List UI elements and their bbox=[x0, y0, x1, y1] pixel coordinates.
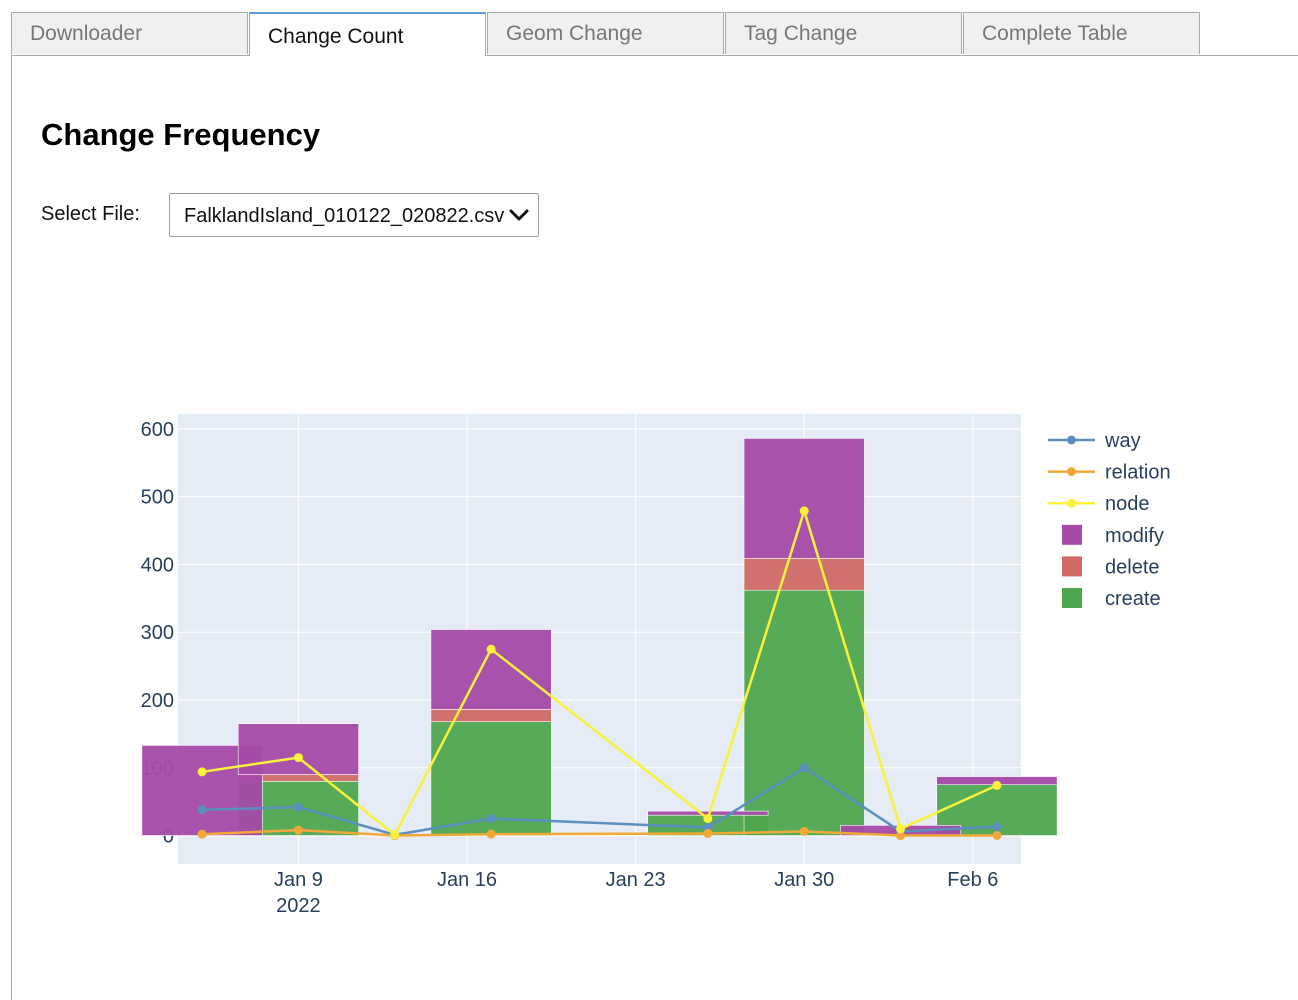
bar-delete bbox=[430, 709, 552, 722]
point-relation bbox=[799, 826, 809, 836]
x-tick-year-label: 2022 bbox=[276, 895, 321, 917]
x-tick-label: Jan 23 bbox=[606, 869, 666, 891]
x-tick-label: Feb 6 bbox=[947, 869, 998, 891]
y-tick-label: 500 bbox=[141, 487, 174, 509]
point-relation bbox=[197, 829, 207, 839]
y-tick-label: 300 bbox=[141, 622, 174, 644]
point-node bbox=[799, 506, 809, 516]
bar-create bbox=[743, 589, 865, 836]
point-node bbox=[703, 814, 713, 824]
point-way bbox=[486, 814, 496, 824]
point-relation bbox=[703, 829, 713, 839]
legend-swatch-create bbox=[1062, 588, 1082, 608]
point-relation bbox=[486, 829, 496, 839]
y-tick-label: 400 bbox=[141, 554, 174, 576]
x-tick-label: Jan 30 bbox=[774, 869, 834, 891]
point-node bbox=[293, 753, 303, 763]
legend-label-way: way bbox=[1104, 430, 1141, 452]
point-way bbox=[799, 763, 809, 773]
point-node bbox=[992, 780, 1002, 790]
legend-marker-way bbox=[1067, 435, 1076, 445]
legend-label-create: create bbox=[1105, 588, 1161, 610]
point-relation bbox=[992, 831, 1002, 841]
point-node bbox=[390, 830, 400, 840]
change-frequency-chart: 0100200300400500600Jan 92022Jan 16Jan 23… bbox=[141, 414, 1171, 917]
legend-swatch-delete bbox=[1062, 556, 1082, 577]
legend-label-delete: delete bbox=[1105, 556, 1160, 578]
x-tick-label: Jan 16 bbox=[437, 869, 497, 891]
point-way bbox=[293, 802, 303, 812]
legend-label-node: node bbox=[1105, 493, 1150, 515]
legend-marker-relation bbox=[1067, 467, 1076, 477]
legend-marker-node bbox=[1067, 498, 1076, 508]
legend-label-modify: modify bbox=[1105, 525, 1164, 547]
point-node bbox=[197, 767, 207, 777]
x-tick-label: Jan 9 bbox=[274, 869, 323, 891]
legend-swatch-modify bbox=[1062, 524, 1082, 545]
point-way bbox=[197, 805, 207, 815]
bar-delete bbox=[743, 558, 865, 591]
legend-label-relation: relation bbox=[1105, 462, 1171, 484]
tab-change-count[interactable]: Change Count bbox=[249, 12, 486, 56]
point-node bbox=[486, 644, 496, 654]
point-relation bbox=[293, 825, 303, 835]
y-tick-label: 200 bbox=[141, 690, 174, 712]
bar-modify bbox=[430, 629, 552, 710]
y-tick-label: 600 bbox=[141, 419, 174, 441]
point-node bbox=[896, 824, 906, 834]
bar-modify bbox=[743, 438, 865, 559]
point-way bbox=[992, 822, 1002, 832]
bar-modify bbox=[237, 723, 359, 775]
